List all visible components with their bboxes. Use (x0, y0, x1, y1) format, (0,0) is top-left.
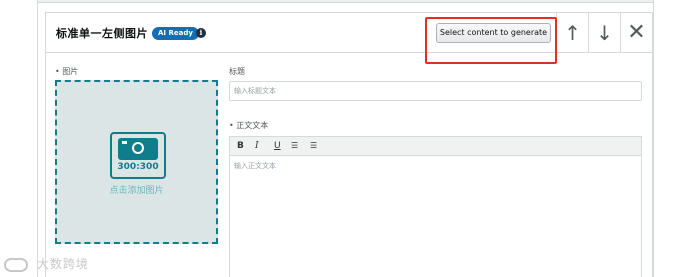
image-placeholder: 300:300 (110, 132, 166, 179)
body-text-input[interactable]: 输入正文文本 (234, 161, 276, 171)
required-marker: • (55, 67, 60, 76)
watermark-logo-icon (4, 257, 28, 272)
image-dimensions: 300:300 (117, 162, 159, 172)
image-field-label: • 图片 (55, 66, 78, 77)
move-down-arrow-icon[interactable]: ↓ (588, 13, 620, 53)
underline-button[interactable]: U (274, 140, 281, 152)
add-image-text[interactable]: 点击添加图片 (57, 183, 216, 196)
camera-lens (132, 142, 144, 154)
highlight-annotation-box (425, 17, 557, 64)
italic-button[interactable]: I (255, 140, 259, 152)
headline-input[interactable]: 输入标题文本 (229, 81, 642, 101)
required-marker: • (229, 121, 234, 130)
body-text-editor[interactable]: B I U ☰ ☰ 输入正文文本 (229, 136, 642, 277)
bullet-list-icon[interactable]: ☰ (291, 140, 298, 152)
watermark: 大数跨境 (4, 255, 89, 272)
info-icon[interactable]: i (196, 28, 206, 38)
camera-flash (122, 141, 127, 144)
image-upload-area[interactable]: 300:300 点击添加图片 (55, 80, 218, 244)
editor-toolbar: B I U ☰ ☰ (230, 137, 641, 156)
image-label-text: 图片 (62, 67, 79, 76)
module-header: 标准单一左侧图片 AI Ready i Select content to ge… (46, 13, 652, 53)
bold-button[interactable]: B (237, 140, 244, 152)
move-up-arrow-icon[interactable]: ↑ (556, 13, 588, 53)
module-title: 标准单一左侧图片 (56, 27, 148, 40)
close-icon[interactable]: ✕ (620, 13, 652, 53)
numbered-list-icon[interactable]: ☰ (310, 140, 317, 152)
camera-icon (118, 138, 158, 160)
body-text-label: • 正文文本 (229, 120, 268, 131)
watermark-text: 大数跨境 (36, 257, 89, 271)
ai-ready-badge: AI Ready (152, 27, 199, 40)
body-label-text: 正文文本 (236, 121, 269, 130)
headline-label: 标题 (229, 67, 245, 76)
